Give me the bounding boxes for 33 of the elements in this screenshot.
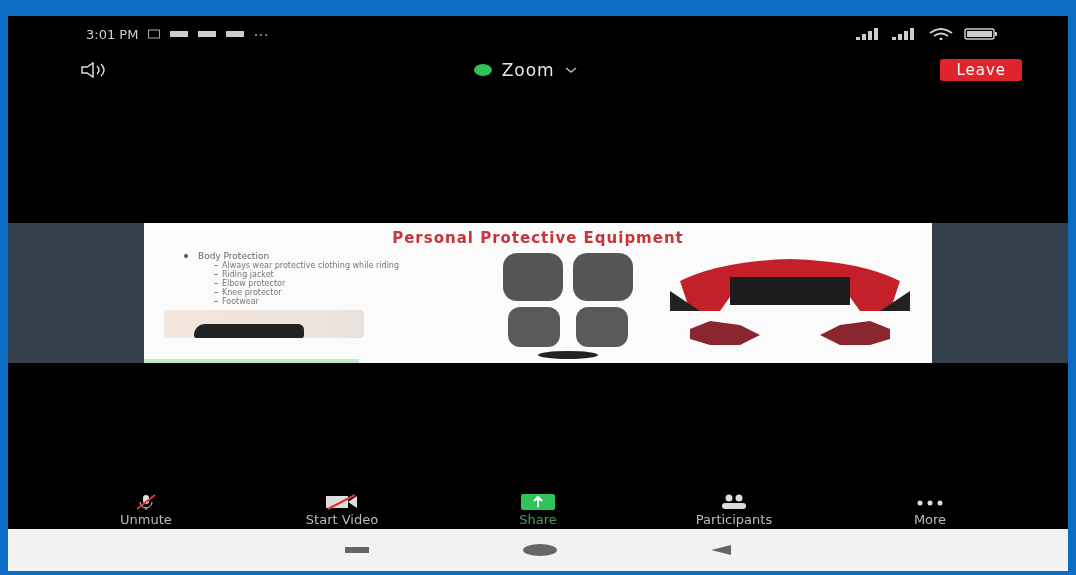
toolbar-button[interactable]: Start Video [267, 494, 417, 527]
message-icon [148, 29, 161, 39]
toolbar-button[interactable]: More [855, 494, 1005, 527]
slide-sub-bullet: Always wear protective clothing while riding [222, 260, 399, 270]
dash-icon [214, 291, 218, 293]
leave-button[interactable]: Leave [940, 59, 1022, 81]
slide-sub-bullet: Footwear [222, 296, 259, 306]
bullet-dot [184, 253, 188, 258]
dash-icon [214, 273, 218, 275]
home-icon[interactable] [522, 543, 558, 557]
meeting-title[interactable]: Zoom [501, 60, 555, 80]
back-icon[interactable] [711, 545, 732, 555]
notification-icon [170, 29, 189, 39]
notification-icon [226, 29, 245, 39]
video-off-icon [325, 494, 359, 510]
toolbar-button[interactable]: Share [463, 494, 613, 527]
toolbar-button[interactable]: Participants [659, 494, 809, 527]
slide-sub-bullet: Knee protector [222, 287, 282, 297]
slide-sub-bullet: Riding jacket [222, 269, 274, 279]
wifi-icon [928, 28, 954, 40]
share-icon [521, 494, 555, 510]
caret-icon[interactable] [564, 66, 577, 74]
notification-icon [198, 29, 217, 39]
slide-bullet: Body Protection [198, 250, 270, 261]
status-time: 3:01 PM [86, 26, 139, 42]
battery-icon [964, 28, 998, 40]
slide-title: Personal Protective Equipment [391, 227, 685, 247]
dash-icon [214, 300, 218, 302]
recent-apps-icon[interactable] [344, 546, 369, 554]
dash-icon [214, 264, 218, 266]
toolbar-button[interactable]: Unmute [71, 494, 221, 527]
dash-icon [214, 282, 218, 284]
slide-sub-bullet: Elbow protector [222, 278, 286, 288]
